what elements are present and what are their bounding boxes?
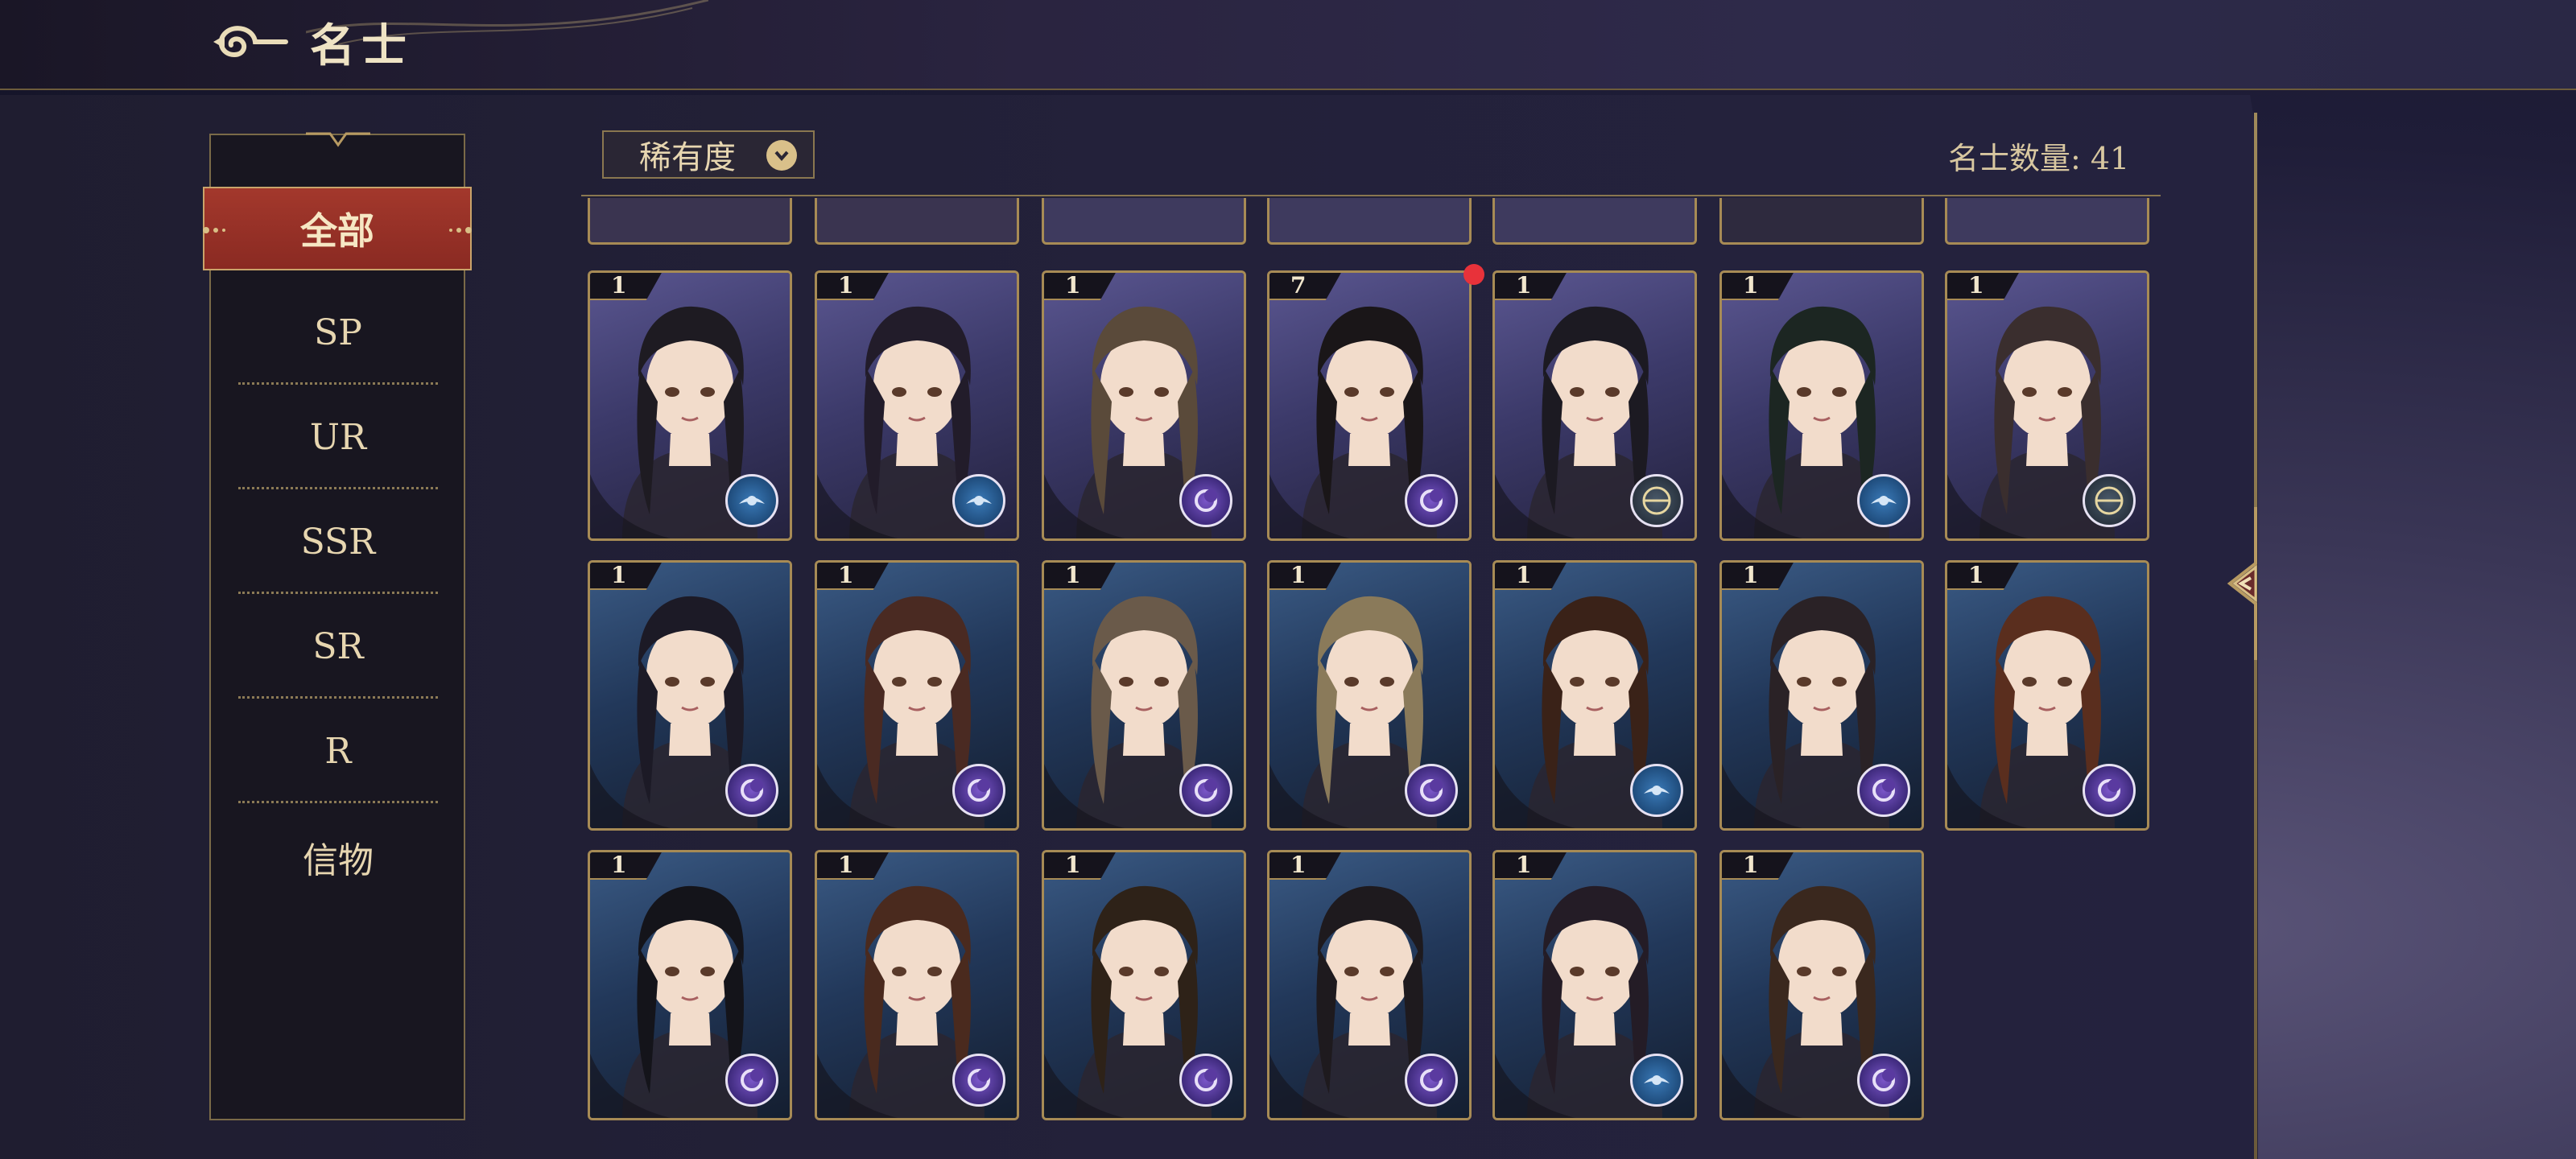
collapse-panel-button[interactable]: [2223, 507, 2280, 660]
page-title: 名士: [310, 19, 413, 72]
top-bar: 名士: [0, 0, 2576, 90]
hero-card[interactable]: 1: [1945, 270, 2149, 541]
faction-purple-icon: [1179, 474, 1232, 527]
card-partial[interactable]: [1042, 198, 1246, 245]
back-icon[interactable]: [205, 18, 294, 66]
sidebar-item-token[interactable]: 信物: [238, 805, 438, 909]
card-partial[interactable]: [1945, 198, 2149, 245]
rarity-filter-dropdown[interactable]: 稀有度: [602, 130, 815, 179]
sidebar-item-label: 信物: [303, 840, 374, 881]
faction-blue-icon: [1857, 474, 1910, 527]
filter-label: 稀有度: [639, 139, 736, 176]
faction-blue-icon: [1630, 1054, 1683, 1107]
faction-blue-icon: [952, 474, 1005, 527]
card-partial[interactable]: [815, 198, 1019, 245]
hero-card[interactable]: 1: [1719, 270, 1924, 541]
faction-purple-icon: [725, 1054, 778, 1107]
hero-card[interactable]: 1: [588, 270, 792, 541]
hero-card[interactable]: 1: [1945, 560, 2149, 831]
faction-blue-icon: [725, 474, 778, 527]
faction-purple-icon: [1857, 1054, 1910, 1107]
sidebar-item-label: SP: [314, 311, 362, 353]
ornament-dots-icon: [203, 227, 225, 233]
sidebar-item-sr[interactable]: SR: [238, 594, 438, 699]
compass-icon: [1630, 474, 1683, 527]
notification-dot: [1463, 264, 1484, 285]
hero-card[interactable]: 1: [815, 850, 1019, 1120]
faction-purple-icon: [1857, 764, 1910, 817]
card-partial[interactable]: [1719, 198, 1924, 245]
hero-card[interactable]: 1: [588, 560, 792, 831]
hero-card[interactable]: 1: [1492, 850, 1697, 1120]
hero-card[interactable]: 1: [815, 270, 1019, 541]
sidebar-item-label: R: [324, 730, 352, 772]
faction-purple-icon: [1179, 764, 1232, 817]
sidebar-ornament: [306, 132, 370, 147]
hero-card[interactable]: 1: [588, 850, 792, 1120]
faction-blue-icon: [1630, 764, 1683, 817]
faction-purple-icon: [2083, 764, 2136, 817]
hero-card[interactable]: 1: [1267, 560, 1472, 831]
sidebar-item-ssr[interactable]: SSR: [238, 489, 438, 594]
ornament-dots-icon: [449, 227, 472, 233]
hero-card[interactable]: 7: [1267, 270, 1472, 541]
hero-card[interactable]: 1: [1042, 560, 1246, 831]
hero-card[interactable]: 1: [1042, 270, 1246, 541]
hero-card[interactable]: 1: [1042, 850, 1246, 1120]
faction-purple-icon: [725, 764, 778, 817]
faction-purple-icon: [952, 1054, 1005, 1107]
hero-card[interactable]: 1: [1719, 850, 1924, 1120]
sidebar-item-sp[interactable]: SP: [238, 280, 438, 385]
sidebar-item-label: 全部: [300, 209, 374, 253]
card-partial[interactable]: [588, 198, 792, 245]
sidebar-item-label: SR: [312, 625, 364, 667]
card-partial[interactable]: [1267, 198, 1472, 245]
hero-card[interactable]: 1: [1492, 270, 1697, 541]
card-partial[interactable]: [1492, 198, 1697, 245]
faction-purple-icon: [1405, 1054, 1458, 1107]
hero-card[interactable]: 1: [1492, 560, 1697, 831]
faction-purple-icon: [1405, 764, 1458, 817]
sidebar-item-r[interactable]: R: [238, 699, 438, 803]
sidebar-item-label: UR: [309, 416, 367, 458]
compass-icon: [2083, 474, 2136, 527]
grid-divider: [581, 195, 2161, 196]
faction-purple-icon: [1179, 1054, 1232, 1107]
hero-count: 名士数量: 41: [1948, 141, 2130, 176]
faction-purple-icon: [952, 764, 1005, 817]
hero-card[interactable]: 1: [815, 560, 1019, 831]
hero-card[interactable]: 1: [1719, 560, 1924, 831]
sidebar-item-label: SSR: [300, 521, 376, 563]
sidebar-item-all[interactable]: 全部: [203, 187, 472, 270]
faction-purple-icon: [1405, 474, 1458, 527]
sidebar-item-ur[interactable]: UR: [238, 385, 438, 489]
chevron-down-icon: [766, 140, 797, 171]
divider: [238, 801, 438, 803]
hero-card[interactable]: 1: [1267, 850, 1472, 1120]
